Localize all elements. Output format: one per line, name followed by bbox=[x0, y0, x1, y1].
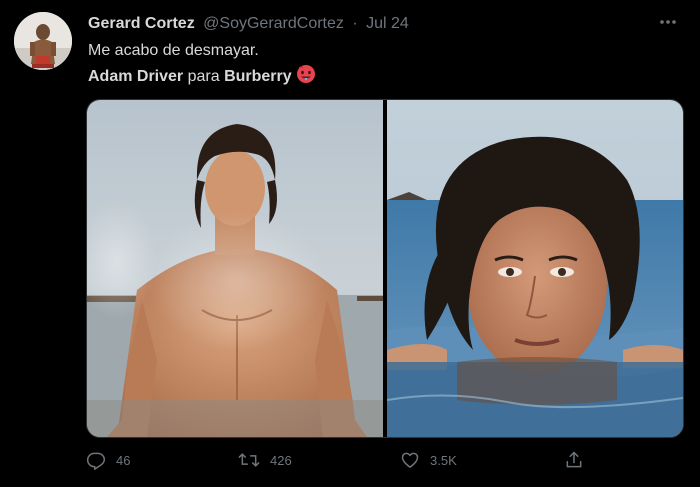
heart-icon bbox=[400, 450, 420, 470]
tweet-header: Gerard Cortez @SoyGerardCortez · Jul 24 bbox=[88, 14, 660, 34]
tweet-date[interactable]: Jul 24 bbox=[366, 15, 409, 32]
share-button[interactable] bbox=[564, 450, 584, 470]
photo-2[interactable] bbox=[387, 100, 683, 437]
text-para: para bbox=[183, 68, 225, 85]
like-button[interactable]: 3.5K bbox=[400, 450, 457, 470]
photo-1[interactable] bbox=[87, 100, 383, 437]
media-grid[interactable] bbox=[86, 99, 684, 438]
tweet-text-line1: Me acabo de desmayar. bbox=[88, 42, 259, 59]
user-handle[interactable]: @SoyGerardCortez bbox=[203, 15, 344, 32]
like-count: 3.5K bbox=[430, 452, 457, 468]
tweet[interactable]: Gerard Cortez @SoyGerardCortez · Jul 24 … bbox=[0, 0, 700, 487]
separator-dot: · bbox=[352, 15, 358, 32]
tweet-actions: 46 426 3.5K bbox=[86, 450, 606, 474]
reply-button[interactable]: 46 bbox=[86, 450, 130, 470]
reply-count: 46 bbox=[116, 452, 131, 468]
retweet-count: 426 bbox=[270, 452, 292, 468]
retweet-button[interactable]: 426 bbox=[238, 450, 292, 470]
tweet-text-line2: Adam Driver para Burberry bbox=[88, 64, 316, 91]
reply-icon bbox=[86, 450, 106, 470]
more-options-icon[interactable] bbox=[656, 12, 680, 32]
retweet-icon bbox=[238, 450, 260, 470]
avatar[interactable] bbox=[14, 12, 72, 70]
share-icon bbox=[564, 450, 584, 470]
hot-face-emoji-icon bbox=[296, 64, 316, 91]
display-name[interactable]: Gerard Cortez bbox=[88, 15, 195, 32]
mention-adam-driver: Adam Driver bbox=[88, 68, 184, 85]
mention-burberry: Burberry bbox=[224, 68, 292, 85]
